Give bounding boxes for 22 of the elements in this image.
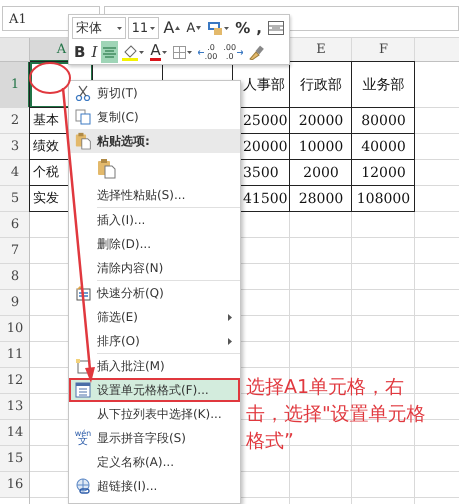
table-cell-text: 12000: [360, 164, 407, 182]
table-cell-text: 41500: [242, 190, 289, 208]
paste-options-label: 粘贴选项:: [97, 133, 150, 150]
table-cell-text: 人事部: [242, 76, 286, 94]
table-cell-text: 基本: [33, 112, 59, 130]
table-cell-text: 2000: [302, 164, 340, 182]
table-cell-text: 80000: [360, 112, 407, 130]
table-cell-text: 40000: [360, 138, 407, 156]
table-cell-text: 10000: [298, 138, 344, 156]
table-cell-text: 28000: [298, 190, 344, 208]
pinyin-icon: wén 文: [74, 430, 92, 446]
table-cell-text: 20000: [298, 112, 344, 130]
table-cell-text: 实发: [33, 190, 59, 208]
table-cell-text: 108000: [356, 190, 412, 208]
table-cell-text: 3500: [242, 164, 280, 182]
table-cell-text: 业务部: [362, 76, 406, 94]
table-cell-text: 绩效: [33, 138, 59, 156]
annotation-text: 选择A1单元格，右击，选择"设置单元格格式”: [246, 375, 427, 454]
table-cell-text: 20000: [242, 138, 289, 156]
table-cell-text: 个税: [33, 164, 59, 182]
table-cell-text: 行政部: [299, 76, 343, 94]
table-cell-text: 25000: [242, 112, 289, 130]
